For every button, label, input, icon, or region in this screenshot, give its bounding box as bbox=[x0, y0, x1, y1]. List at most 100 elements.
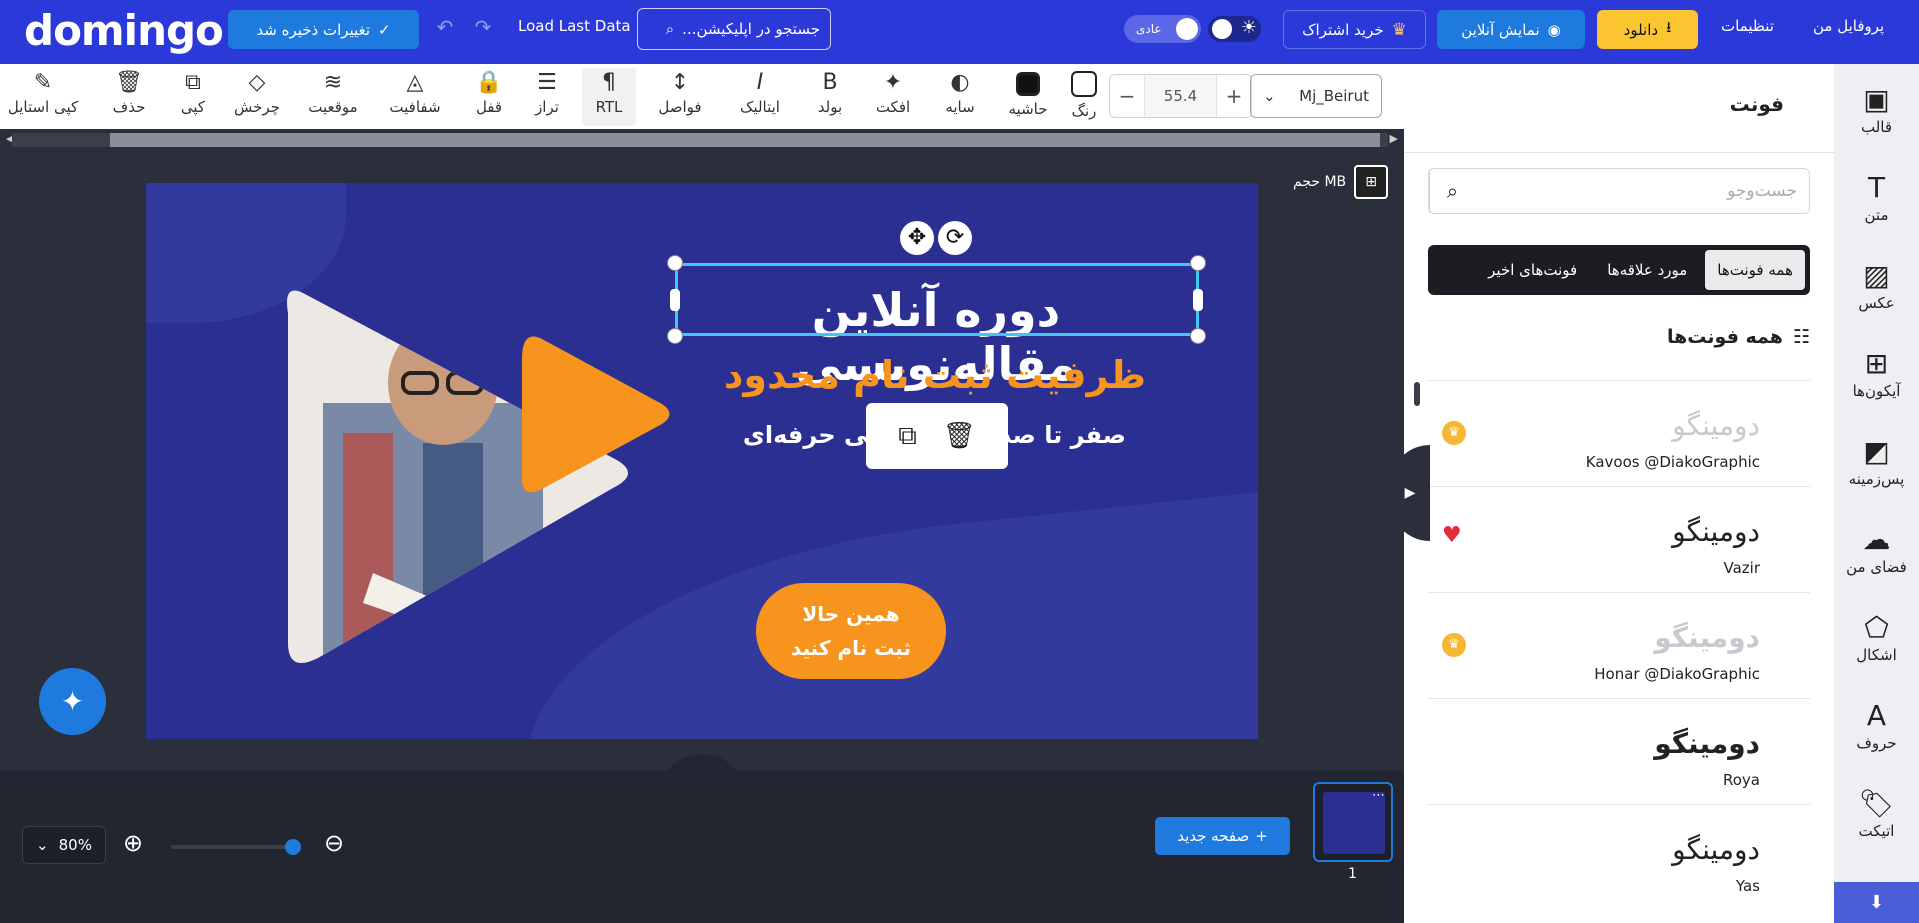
position-tool[interactable]: ≋ موقعیت bbox=[302, 68, 364, 126]
rail-scroll-down-button[interactable]: ⬇ bbox=[1834, 882, 1919, 923]
tool-label: موقعیت bbox=[308, 98, 358, 116]
theme-toggle[interactable]: ☀ bbox=[1208, 16, 1261, 42]
font-item[interactable]: دومینگو Yas bbox=[1428, 804, 1810, 910]
app-search-input[interactable]: جستجو در اپلیکیشن... ⌕ bbox=[637, 8, 831, 50]
logo[interactable]: domingo bbox=[24, 6, 224, 55]
saved-label: تغییرات ذخیره شد bbox=[256, 20, 371, 39]
load-last-data-button[interactable]: Load Last Data bbox=[518, 17, 631, 35]
tool-label: حذف bbox=[112, 98, 146, 116]
font-size-stepper[interactable]: − 55.4 + bbox=[1109, 74, 1252, 118]
cta-button-shape[interactable]: همین حالا ثبت نام کنید bbox=[756, 583, 946, 679]
rail-item-background[interactable]: ◩ پس‌زمینه bbox=[1834, 434, 1919, 488]
undo-icon[interactable]: ↶ bbox=[432, 14, 458, 40]
copy-icon: ⧉ bbox=[185, 70, 201, 95]
effect-tool[interactable]: ✦ افکت bbox=[872, 68, 914, 126]
zoom-out-icon[interactable]: ⊖ bbox=[324, 829, 344, 857]
resize-handle[interactable] bbox=[668, 256, 682, 270]
divider bbox=[1404, 152, 1834, 153]
section-title: همه فونت‌ها bbox=[1666, 326, 1783, 348]
tool-label: رنگ bbox=[1071, 102, 1097, 120]
italic-tool[interactable]: I ایتالیک bbox=[732, 68, 788, 126]
rail-item-photos[interactable]: ▨ عکس bbox=[1834, 258, 1919, 312]
font-item[interactable]: دومینگو Roya bbox=[1428, 698, 1810, 804]
rtl-tool[interactable]: ¶ RTL bbox=[582, 68, 636, 126]
subheadline-text[interactable]: ظرفیت ثبت نام محدود bbox=[676, 353, 1196, 397]
tab-recent[interactable]: فونت‌های اخیر bbox=[1476, 250, 1589, 290]
font-size-value[interactable]: 55.4 bbox=[1144, 75, 1217, 117]
rotate-tool[interactable]: ◇ چرخش bbox=[232, 68, 282, 126]
rail-item-shapes[interactable]: ⬠ اشکال bbox=[1834, 610, 1919, 664]
delete-tool[interactable]: 🗑 حذف bbox=[108, 68, 150, 126]
move-icon[interactable]: ✥ bbox=[900, 221, 934, 255]
rail-item-text[interactable]: T متن bbox=[1834, 170, 1919, 224]
decrease-icon[interactable]: − bbox=[1110, 84, 1144, 108]
rail-item-stickers[interactable]: 🏷 اتیکت bbox=[1834, 786, 1919, 840]
design-canvas[interactable]: دوره آنلاین مقاله‌نویسی ظرفیت ثبت نام مح… bbox=[146, 183, 1258, 739]
page-thumbnail[interactable]: ⋯ bbox=[1313, 782, 1393, 862]
lock-tool[interactable]: 🔒 قفل bbox=[470, 68, 508, 126]
bold-icon: B bbox=[822, 70, 838, 95]
zoom-select[interactable]: ⌄ 80% bbox=[22, 826, 106, 864]
play-shape[interactable] bbox=[522, 329, 672, 499]
scroll-thumb[interactable] bbox=[110, 133, 1380, 147]
side-handle[interactable] bbox=[670, 289, 680, 311]
zoom-slider[interactable] bbox=[171, 839, 301, 855]
rail-item-my-space[interactable]: ☁ فضای من bbox=[1834, 522, 1919, 576]
font-item[interactable]: دومینگو Kavoos @DiakoGraphic ♛ bbox=[1428, 380, 1810, 486]
trash-icon[interactable]: 🗑 bbox=[943, 421, 976, 451]
lock-icon: 🔒 bbox=[475, 70, 503, 95]
font-family-select[interactable]: ⌄ Mj_Beirut bbox=[1250, 74, 1382, 118]
resize-handle[interactable] bbox=[1191, 329, 1205, 343]
online-preview-label: نمایش آنلاین bbox=[1461, 20, 1540, 39]
rail-item-templates[interactable]: ▣ قالب bbox=[1834, 82, 1919, 136]
tab-favorites[interactable]: مورد علاقه‌ها bbox=[1595, 250, 1699, 290]
resize-handle[interactable] bbox=[1191, 256, 1205, 270]
font-item[interactable]: دومینگو Vazir ♥ bbox=[1428, 486, 1810, 592]
copy-icon[interactable]: ⧉ bbox=[898, 421, 917, 452]
zoom-in-icon[interactable]: ⊕ bbox=[123, 829, 143, 857]
mode-toggle[interactable]: عادی bbox=[1124, 15, 1201, 43]
bold-tool[interactable]: B بولد bbox=[812, 68, 848, 126]
magic-wand-button[interactable]: ✦ bbox=[39, 668, 106, 735]
letter-icon: A bbox=[1866, 699, 1887, 732]
copy-tool[interactable]: ⧉ کپی bbox=[172, 68, 214, 126]
side-handle[interactable] bbox=[1193, 289, 1203, 311]
color-tool[interactable]: رنگ bbox=[1066, 68, 1102, 126]
italic-icon: I bbox=[756, 70, 764, 95]
zoom-slider-thumb[interactable] bbox=[285, 839, 301, 855]
font-item[interactable]: دومینگو Honar @DiakoGraphic ♛ bbox=[1428, 592, 1810, 698]
increase-icon[interactable]: + bbox=[1217, 84, 1251, 108]
scroll-right-icon[interactable]: ▶ bbox=[1390, 132, 1398, 145]
resize-handle[interactable] bbox=[668, 329, 682, 343]
font-family-value: Mj_Beirut bbox=[1299, 87, 1369, 105]
subscribe-button[interactable]: خرید اشتراک ♛ bbox=[1283, 10, 1426, 49]
shadow-tool[interactable]: ◐ سایه bbox=[942, 68, 978, 126]
online-preview-button[interactable]: نمایش آنلاین ◉ bbox=[1437, 10, 1585, 49]
selection-box[interactable] bbox=[675, 263, 1199, 336]
border-tool[interactable]: حاشیه bbox=[1004, 68, 1052, 126]
spacing-tool[interactable]: ↕ فواصل bbox=[652, 68, 708, 126]
download-button[interactable]: دانلود ⭳ bbox=[1597, 10, 1698, 49]
rail-item-letters[interactable]: A حروف bbox=[1834, 698, 1919, 752]
text-icon: T bbox=[1867, 171, 1886, 204]
rail-item-icons[interactable]: ⊞ آیکون‌ها bbox=[1834, 346, 1919, 400]
font-search-input[interactable]: جست‌وجو ⌕ bbox=[1428, 168, 1810, 214]
settings-link[interactable]: تنظیمات bbox=[1721, 17, 1774, 35]
redo-icon[interactable]: ↷ bbox=[470, 14, 496, 40]
opacity-tool[interactable]: ◬ شفافیت bbox=[384, 68, 446, 126]
rotate-icon[interactable]: ⟳ bbox=[938, 221, 972, 255]
more-icon[interactable]: ⋯ bbox=[1372, 788, 1385, 803]
toolbar-scrollbar[interactable]: ◀ ▶ bbox=[0, 129, 1404, 151]
saved-status-button[interactable]: تغییرات ذخیره شد ✓ bbox=[228, 10, 419, 49]
tool-label: RTL bbox=[595, 98, 623, 116]
heart-icon[interactable]: ♥ bbox=[1442, 523, 1462, 548]
tab-all-fonts[interactable]: همه فونت‌ها bbox=[1705, 250, 1805, 290]
profile-link[interactable]: پروفایل من bbox=[1813, 17, 1884, 35]
new-page-button[interactable]: صفحه جدید + bbox=[1155, 817, 1290, 855]
copy-style-tool[interactable]: ✎ کپی استایل bbox=[2, 68, 84, 126]
tools-rail: ▣ قالب T متن ▨ عکس ⊞ آیکون‌ها ◩ پس‌زمینه ☁ فضا… bbox=[1834, 64, 1919, 923]
panel-scrollbar[interactable] bbox=[1414, 382, 1420, 406]
calculator-icon[interactable]: ⊞ bbox=[1354, 165, 1389, 199]
search-icon[interactable]: ⌕ bbox=[1429, 169, 1475, 213]
align-tool[interactable]: ☰ تراز bbox=[528, 68, 566, 126]
